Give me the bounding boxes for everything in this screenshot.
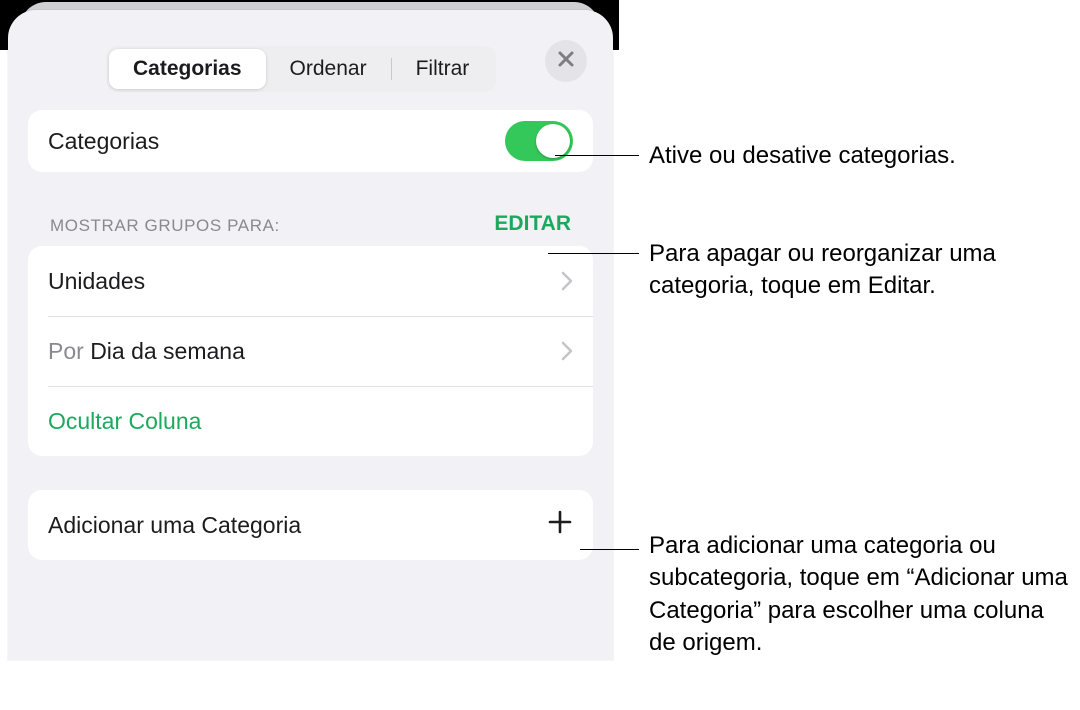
callout-leader bbox=[548, 253, 639, 254]
edit-button[interactable]: EDITAR bbox=[494, 212, 571, 236]
hide-column-label: Ocultar Coluna bbox=[48, 408, 573, 435]
callout-add: Para adicionar uma categoria ou subcateg… bbox=[649, 530, 1069, 660]
toggle-knob bbox=[536, 124, 570, 158]
group-row-unidades[interactable]: Unidades bbox=[28, 246, 593, 316]
chevron-right-icon bbox=[561, 341, 573, 361]
add-category-card: Adicionar uma Categoria bbox=[28, 490, 593, 560]
organize-sheet: Categorias Ordenar Filtrar Categorias MO… bbox=[8, 10, 613, 660]
groups-card: Unidades Por Dia da semana Ocultar Colun… bbox=[28, 246, 593, 456]
add-category-label: Adicionar uma Categoria bbox=[48, 512, 547, 539]
toggle-card: Categorias bbox=[28, 110, 593, 172]
sheet-header: Categorias Ordenar Filtrar bbox=[8, 10, 613, 100]
plus-icon bbox=[547, 509, 573, 541]
segmented-control: Categorias Ordenar Filtrar bbox=[106, 46, 496, 92]
categories-toggle-label: Categorias bbox=[48, 128, 505, 155]
group-label-dia-semana: Por Dia da semana bbox=[48, 338, 561, 365]
add-category-row[interactable]: Adicionar uma Categoria bbox=[28, 490, 593, 560]
callout-edit: Para apagar ou reorganizar uma categoria… bbox=[649, 238, 1069, 303]
close-icon bbox=[557, 50, 575, 73]
sheet-content: Categorias MOSTRAR GRUPOS PARA: EDITAR U… bbox=[8, 100, 613, 560]
group-row-dia-semana[interactable]: Por Dia da semana bbox=[28, 316, 593, 386]
group-value: Dia da semana bbox=[90, 338, 245, 364]
callout-leader bbox=[580, 549, 639, 550]
tab-filtrar[interactable]: Filtrar bbox=[392, 49, 494, 89]
groups-section-header: MOSTRAR GRUPOS PARA: EDITAR bbox=[28, 212, 593, 236]
hide-column-row[interactable]: Ocultar Coluna bbox=[28, 386, 593, 456]
groups-section-title: MOSTRAR GRUPOS PARA: bbox=[50, 216, 280, 236]
group-label-unidades: Unidades bbox=[48, 268, 561, 295]
chevron-right-icon bbox=[561, 271, 573, 291]
close-button[interactable] bbox=[545, 40, 587, 82]
categories-toggle-row: Categorias bbox=[28, 110, 593, 172]
callout-leader bbox=[555, 155, 639, 156]
group-prefix: Por bbox=[48, 338, 90, 364]
callout-toggle: Ative ou desative categorias. bbox=[649, 140, 956, 172]
tab-categorias[interactable]: Categorias bbox=[109, 49, 266, 89]
tab-ordenar[interactable]: Ordenar bbox=[266, 49, 391, 89]
